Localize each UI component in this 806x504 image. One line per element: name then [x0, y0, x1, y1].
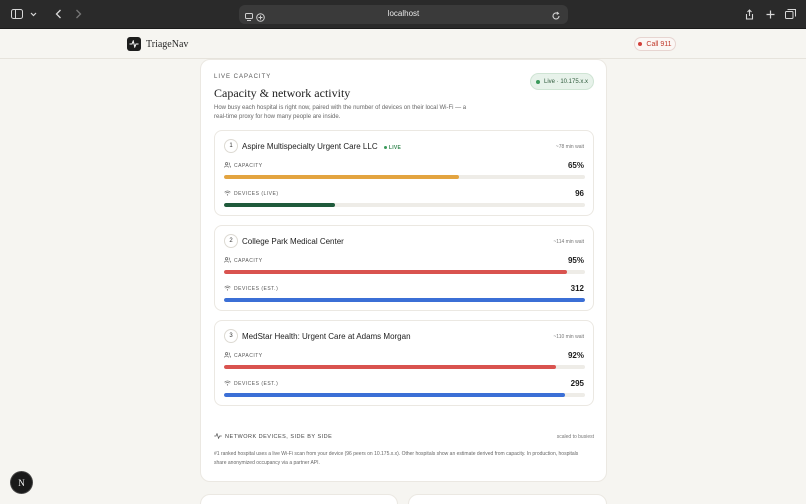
- people-icon: [224, 257, 231, 265]
- devices-value: 312: [570, 284, 584, 293]
- capacity-bar: [224, 365, 585, 369]
- capacity-bar-fill: [224, 365, 557, 369]
- wait-time: ~78 min wait: [555, 144, 584, 150]
- scale-note: scaled to busiest: [556, 434, 594, 440]
- devices-label-text: DEVICES (EST.): [234, 286, 279, 292]
- share-icon[interactable]: [743, 6, 755, 22]
- capacity-value: 95%: [567, 256, 584, 265]
- section-eyebrow: LIVE CAPACITY: [214, 74, 272, 80]
- capacity-panel: LIVE CAPACITY Capacity & network activit…: [200, 59, 607, 482]
- wifi-icon: [224, 380, 231, 388]
- sidebar-icon[interactable]: [10, 6, 24, 22]
- network-footnote: #1 ranked hospital uses a live Wi-Fi sca…: [214, 451, 579, 466]
- hospital-card[interactable]: 2 College Park Medical Center ~114 min w…: [214, 225, 594, 311]
- devices-bar-fill: [224, 393, 566, 397]
- new-tab-icon[interactable]: [764, 6, 776, 22]
- devices-label: DEVICES (LIVE): [224, 190, 279, 198]
- people-icon: [224, 352, 231, 360]
- wait-time: ~114 min wait: [553, 239, 584, 245]
- section-description: How busy each hospital is right now, pai…: [214, 105, 467, 120]
- capacity-bar-fill: [224, 270, 567, 274]
- next-card-left: [200, 494, 398, 504]
- activity-icon: [214, 432, 222, 441]
- chevron-down-icon[interactable]: [28, 6, 38, 22]
- hospital-name: MedStar Health: Urgent Care at Adams Mor…: [242, 332, 411, 341]
- devices-label: DEVICES (EST.): [224, 380, 278, 388]
- devices-label-text: DEVICES (LIVE): [234, 191, 279, 197]
- live-status-badge: Live · 10.175.x.x: [530, 73, 594, 90]
- hospital-name: Aspire Multispecialty Urgent Care LLC LI…: [242, 142, 401, 151]
- browser-toolbar: localhost: [0, 0, 806, 29]
- wait-time: ~110 min wait: [553, 334, 584, 340]
- nextjs-dev-badge[interactable]: N: [11, 472, 32, 493]
- forward-icon[interactable]: [72, 6, 84, 22]
- capacity-label: CAPACITY: [224, 162, 263, 170]
- network-title-text: NETWORK DEVICES, SIDE BY SIDE: [225, 434, 333, 440]
- devices-bar-fill: [224, 298, 585, 302]
- site-header: TriageNav Call 911: [0, 29, 806, 59]
- rank-badge: 3: [224, 329, 238, 343]
- capacity-bar: [224, 270, 585, 274]
- hospital-card[interactable]: 3 MedStar Health: Urgent Care at Adams M…: [214, 320, 594, 406]
- url-text: localhost: [387, 9, 420, 18]
- wifi-icon: [224, 285, 231, 293]
- network-devices-header: NETWORK DEVICES, SIDE BY SIDE scaled to …: [214, 432, 594, 443]
- reload-icon[interactable]: [551, 8, 561, 26]
- devices-value: 295: [570, 379, 584, 388]
- devices-value: 96: [575, 189, 584, 198]
- capacity-label-text: CAPACITY: [234, 353, 263, 359]
- call-911-button[interactable]: Call 911: [634, 37, 676, 51]
- pulse-icon: [127, 37, 141, 51]
- live-status-text: Live · 10.175.x.x: [543, 78, 589, 85]
- brand[interactable]: TriageNav: [127, 37, 188, 51]
- address-bar[interactable]: localhost: [239, 5, 568, 24]
- rank-badge: 2: [224, 234, 238, 248]
- capacity-bar: [224, 175, 585, 179]
- devices-bar: [224, 298, 585, 302]
- capacity-value: 65%: [567, 161, 584, 170]
- devices-bar-fill: [224, 203, 336, 207]
- live-dot-icon: [383, 146, 387, 149]
- devices-label: DEVICES (EST.): [224, 285, 278, 293]
- devices-label-text: DEVICES (EST.): [234, 381, 279, 387]
- next-card-right: [408, 494, 607, 504]
- live-dot-icon: [535, 79, 540, 84]
- capacity-label: CAPACITY: [224, 352, 263, 360]
- live-tag: LIVE: [383, 144, 402, 151]
- capacity-label-text: CAPACITY: [234, 258, 263, 264]
- devices-bar: [224, 393, 585, 397]
- capacity-bar-fill: [224, 175, 459, 179]
- capacity-label: CAPACITY: [224, 257, 263, 265]
- capacity-label-text: CAPACITY: [234, 163, 263, 169]
- hospital-name: College Park Medical Center: [242, 237, 344, 246]
- brand-name: TriageNav: [146, 38, 189, 50]
- tabs-icon[interactable]: [784, 6, 796, 22]
- live-tag-text: LIVE: [388, 144, 402, 151]
- people-icon: [224, 162, 231, 170]
- alert-dot-icon: [638, 42, 643, 46]
- wifi-icon: [224, 190, 231, 198]
- hospital-card[interactable]: 1 Aspire Multispecialty Urgent Care LLC …: [214, 130, 594, 216]
- network-title: NETWORK DEVICES, SIDE BY SIDE: [214, 432, 333, 441]
- hospital-name-text: Aspire Multispecialty Urgent Care LLC: [242, 142, 378, 151]
- section-title: Capacity & network activity: [214, 86, 351, 100]
- back-icon[interactable]: [52, 6, 64, 22]
- call-911-label: Call 911: [646, 40, 672, 48]
- capacity-value: 92%: [567, 351, 584, 360]
- rank-badge: 1: [224, 139, 238, 153]
- devices-bar: [224, 203, 585, 207]
